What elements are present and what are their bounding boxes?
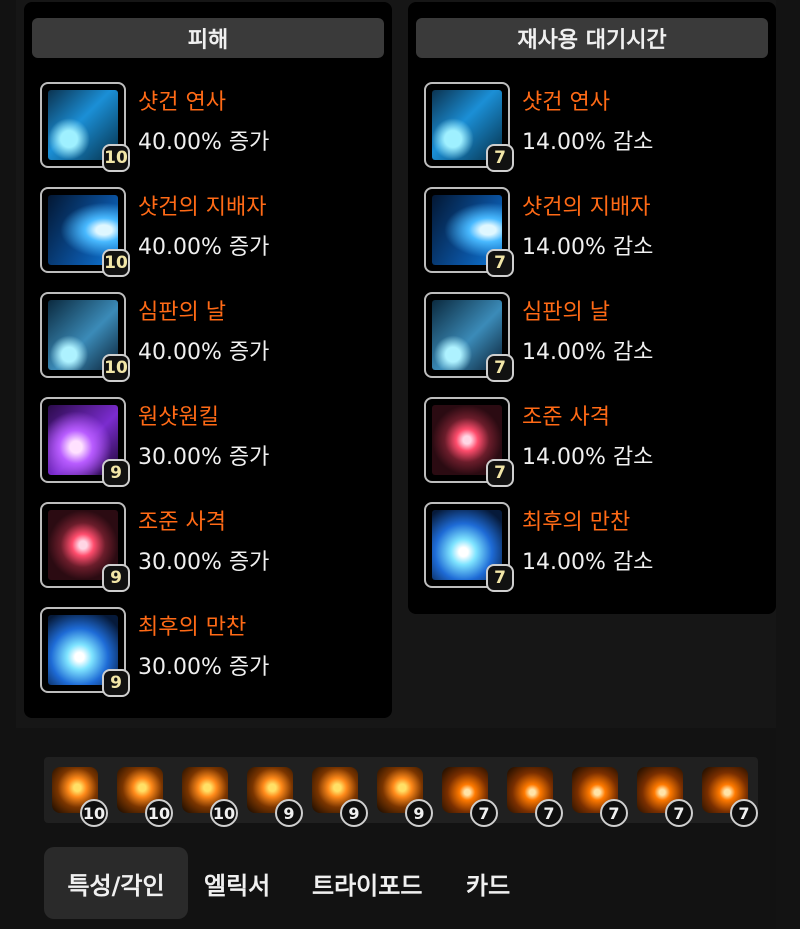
cooldown-skill[interactable]: 7 조준 사격 14.00% 감소 — [424, 397, 754, 489]
gem-slot[interactable]: 9 — [377, 767, 433, 827]
right-edge — [776, 0, 800, 929]
skill-level-badge: 10 — [102, 249, 130, 277]
gem-level-badge: 9 — [340, 799, 368, 827]
judgement-day-icon: 7 — [424, 292, 514, 382]
last-supper-icon: 7 — [424, 502, 514, 592]
skill-name: 원샷원킬 — [138, 405, 219, 430]
skill-value: 14.00% 감소 — [522, 445, 654, 470]
gem-level-badge: 10 — [210, 799, 238, 827]
last-supper-icon: 9 — [40, 607, 130, 697]
skill-value: 14.00% 감소 — [522, 130, 654, 155]
shotgun-master-icon: 10 — [40, 187, 130, 277]
skill-value: 40.00% 증가 — [138, 235, 270, 260]
skill-name: 최후의 만찬 — [138, 615, 247, 640]
gem-level-badge: 7 — [535, 799, 563, 827]
gem-slot[interactable]: 10 — [52, 767, 108, 827]
skill-value: 40.00% 증가 — [138, 130, 270, 155]
skill-value: 40.00% 증가 — [138, 340, 270, 365]
skill-value: 30.00% 증가 — [138, 550, 270, 575]
skill-value: 14.00% 감소 — [522, 235, 654, 260]
skill-level-badge: 7 — [486, 459, 514, 487]
gem-slot[interactable]: 9 — [312, 767, 368, 827]
gem-strip: 10 10 10 9 9 9 7 7 7 7 7 — [44, 757, 758, 827]
skill-level-badge: 9 — [102, 669, 130, 697]
tab-traits-engravings[interactable]: 특성/각인 — [44, 847, 188, 919]
skill-name: 샷건 연사 — [522, 90, 610, 115]
cooldown-skill[interactable]: 7 샷건 연사 14.00% 감소 — [424, 82, 754, 174]
aimed-shot-icon: 7 — [424, 397, 514, 487]
damage-skill[interactable]: 9 최후의 만찬 30.00% 증가 — [40, 607, 370, 699]
gem-level-badge: 9 — [405, 799, 433, 827]
skill-value: 30.00% 증가 — [138, 655, 270, 680]
cooldown-skill[interactable]: 7 샷건의 지배자 14.00% 감소 — [424, 187, 754, 279]
gem-slot[interactable]: 7 — [702, 767, 758, 827]
gem-level-badge: 10 — [80, 799, 108, 827]
shotgun-master-icon: 7 — [424, 187, 514, 277]
skill-value: 30.00% 증가 — [138, 445, 270, 470]
skill-level-badge: 7 — [486, 249, 514, 277]
skill-name: 심판의 날 — [522, 300, 610, 325]
skill-name: 샷건의 지배자 — [138, 195, 267, 220]
shotgun-barrage-icon: 10 — [40, 82, 130, 172]
skill-level-badge: 9 — [102, 564, 130, 592]
skill-name: 샷건 연사 — [138, 90, 226, 115]
damage-skill[interactable]: 9 원샷원킬 30.00% 증가 — [40, 397, 370, 489]
skill-level-badge: 10 — [102, 144, 130, 172]
cooldown-skill[interactable]: 7 최후의 만찬 14.00% 감소 — [424, 502, 754, 594]
left-edge — [0, 0, 16, 929]
skill-name: 샷건의 지배자 — [522, 195, 651, 220]
skill-value: 14.00% 감소 — [522, 550, 654, 575]
gem-slot[interactable]: 10 — [182, 767, 238, 827]
skill-name: 최후의 만찬 — [522, 510, 631, 535]
skill-name: 조준 사격 — [522, 405, 610, 430]
skill-level-badge: 7 — [486, 354, 514, 382]
tab-card[interactable]: 카드 — [466, 847, 510, 919]
cooldown-panel: 재사용 대기시간 7 샷건 연사 14.00% 감소 7 샷건의 지배자 14.… — [408, 2, 776, 614]
gem-slot[interactable]: 7 — [507, 767, 563, 827]
gem-slot[interactable]: 10 — [117, 767, 173, 827]
gem-level-badge: 10 — [145, 799, 173, 827]
tab-elixir[interactable]: 엘릭서 — [204, 847, 270, 919]
skill-name: 조준 사격 — [138, 510, 226, 535]
damage-skill[interactable]: 9 조준 사격 30.00% 증가 — [40, 502, 370, 594]
damage-skill[interactable]: 10 심판의 날 40.00% 증가 — [40, 292, 370, 384]
gem-level-badge: 9 — [275, 799, 303, 827]
skill-name: 심판의 날 — [138, 300, 226, 325]
gem-level-badge: 7 — [600, 799, 628, 827]
gem-level-badge: 7 — [730, 799, 758, 827]
tab-tripod[interactable]: 트라이포드 — [312, 847, 422, 919]
gem-slot[interactable]: 9 — [247, 767, 303, 827]
cooldown-panel-title: 재사용 대기시간 — [416, 18, 768, 58]
damage-skill[interactable]: 10 샷건의 지배자 40.00% 증가 — [40, 187, 370, 279]
gem-slot[interactable]: 7 — [637, 767, 693, 827]
damage-skill[interactable]: 10 샷건 연사 40.00% 증가 — [40, 82, 370, 174]
skill-level-badge: 9 — [102, 459, 130, 487]
gem-slot[interactable]: 7 — [572, 767, 628, 827]
aimed-shot-icon: 9 — [40, 502, 130, 592]
one-shot-one-kill-icon: 9 — [40, 397, 130, 487]
skill-level-badge: 7 — [486, 144, 514, 172]
skill-value: 14.00% 감소 — [522, 340, 654, 365]
judgement-day-icon: 10 — [40, 292, 130, 382]
gem-level-badge: 7 — [665, 799, 693, 827]
skill-level-badge: 10 — [102, 354, 130, 382]
damage-panel-title: 피해 — [32, 18, 384, 58]
skill-level-badge: 7 — [486, 564, 514, 592]
gem-level-badge: 7 — [470, 799, 498, 827]
gem-slot[interactable]: 7 — [442, 767, 498, 827]
shotgun-barrage-icon: 7 — [424, 82, 514, 172]
cooldown-skill[interactable]: 7 심판의 날 14.00% 감소 — [424, 292, 754, 384]
damage-panel: 피해 10 샷건 연사 40.00% 증가 10 샷건의 지배자 40.00% … — [24, 2, 392, 718]
